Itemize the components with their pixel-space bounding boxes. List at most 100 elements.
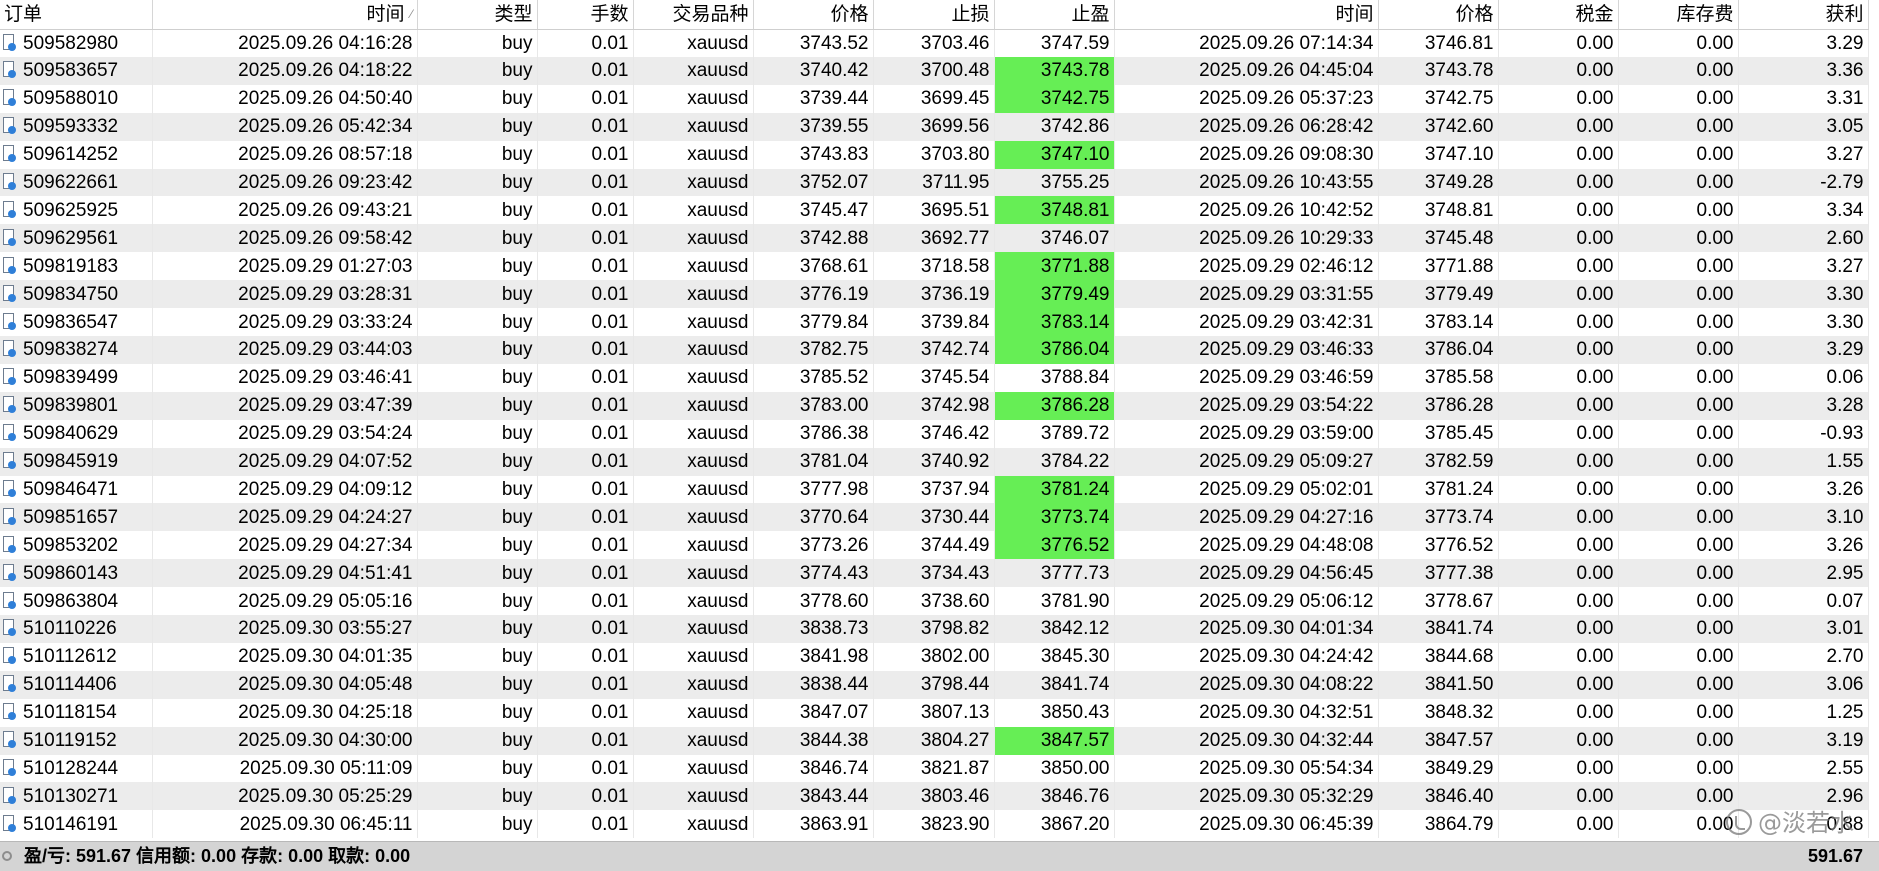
document-icon bbox=[2, 703, 16, 721]
table-row[interactable]: 509593332 2025.09.26 05:42:34 buy 0.01 xauus… bbox=[0, 112, 1869, 141]
col-header-open-price[interactable]: 价格 bbox=[753, 0, 874, 30]
col-header-sl[interactable]: 止损 bbox=[873, 0, 995, 30]
cell-close-time: 2025.09.30 04:32:51 bbox=[1114, 698, 1379, 727]
cell-close-price: 3747.10 bbox=[1378, 140, 1499, 169]
cell-open-price: 3786.38 bbox=[753, 419, 874, 448]
cell-order: 509819183 bbox=[0, 252, 153, 281]
table-row[interactable]: 509846471 2025.09.29 04:09:12 buy 0.01 xauus… bbox=[0, 475, 1869, 504]
document-icon bbox=[2, 340, 16, 358]
table-row[interactable]: 509836547 2025.09.29 03:33:24 buy 0.01 xauus… bbox=[0, 308, 1869, 336]
cell-swap: 0.00 bbox=[1618, 782, 1739, 811]
cell-symbol: xauusd bbox=[633, 447, 754, 476]
cell-close-price: 3742.60 bbox=[1378, 112, 1499, 141]
table-row[interactable]: 510118154 2025.09.30 04:25:18 buy 0.01 xauus… bbox=[0, 698, 1869, 727]
status-summary: 盈/亏: 591.67 信用额: 0.00 存款: 0.00 取款: 0.00 bbox=[24, 846, 411, 866]
table-row[interactable]: 510119152 2025.09.30 04:30:00 buy 0.01 xauus… bbox=[0, 726, 1869, 755]
cell-volume: 0.01 bbox=[537, 615, 634, 643]
table-row[interactable]: 509582980 2025.09.26 04:16:28 buy 0.01 xauus… bbox=[0, 29, 1869, 57]
col-header-tp[interactable]: 止盈 bbox=[994, 0, 1115, 30]
order-id: 509839499 bbox=[23, 367, 119, 389]
cell-order: 509839499 bbox=[0, 363, 153, 392]
cell-open-time: 2025.09.26 04:16:28 bbox=[152, 29, 418, 57]
table-row[interactable]: 509588010 2025.09.26 04:50:40 buy 0.01 xauus… bbox=[0, 84, 1869, 113]
cell-close-time: 2025.09.29 04:48:08 bbox=[1114, 531, 1379, 560]
col-header-type[interactable]: 类型 bbox=[417, 0, 538, 30]
table-row[interactable]: 509583657 2025.09.26 04:18:22 buy 0.01 xauus… bbox=[0, 56, 1869, 85]
col-header-close-time[interactable]: 时间 bbox=[1114, 0, 1379, 30]
order-id: 509839801 bbox=[23, 395, 119, 417]
col-header-symbol[interactable]: 交易品种 bbox=[633, 0, 754, 30]
cell-tp: 3747.10 bbox=[994, 140, 1115, 169]
table-row[interactable]: 509851657 2025.09.29 04:24:27 buy 0.01 xauus… bbox=[0, 503, 1869, 532]
cell-order: 510114406 bbox=[0, 670, 153, 699]
table-row[interactable]: 509614252 2025.09.26 08:57:18 buy 0.01 xauus… bbox=[0, 140, 1869, 169]
cell-sl: 3699.56 bbox=[873, 112, 995, 141]
cell-profit: -0.93 bbox=[1738, 419, 1869, 448]
table-row[interactable]: 509860143 2025.09.29 04:51:41 buy 0.01 xauus… bbox=[0, 559, 1869, 588]
cell-volume: 0.01 bbox=[537, 419, 634, 448]
table-row[interactable]: 509834750 2025.09.29 03:28:31 buy 0.01 xauus… bbox=[0, 280, 1869, 309]
table-row[interactable]: 509622661 2025.09.26 09:23:42 buy 0.01 xauus… bbox=[0, 168, 1869, 197]
table-row[interactable]: 509840629 2025.09.29 03:54:24 buy 0.01 xauus… bbox=[0, 419, 1869, 448]
cell-profit: 3.34 bbox=[1738, 196, 1869, 225]
table-row[interactable]: 510112612 2025.09.30 04:01:35 buy 0.01 xauus… bbox=[0, 642, 1869, 671]
cell-close-time: 2025.09.29 03:54:22 bbox=[1114, 391, 1379, 420]
col-header-close-price[interactable]: 价格 bbox=[1378, 0, 1499, 30]
table-row[interactable]: 510114406 2025.09.30 04:05:48 buy 0.01 xauus… bbox=[0, 670, 1869, 699]
cell-open-time: 2025.09.30 04:05:48 bbox=[152, 670, 418, 699]
cell-tax: 0.00 bbox=[1498, 419, 1619, 448]
cell-volume: 0.01 bbox=[537, 503, 634, 532]
cell-profit: -2.79 bbox=[1738, 168, 1869, 197]
table-row[interactable]: 509839499 2025.09.29 03:46:41 buy 0.01 xauus… bbox=[0, 363, 1869, 392]
order-id: 509819183 bbox=[23, 255, 119, 277]
cell-type: buy bbox=[417, 29, 538, 57]
table-row[interactable]: 510130271 2025.09.30 05:25:29 buy 0.01 xauus… bbox=[0, 782, 1869, 811]
cell-type: buy bbox=[417, 503, 538, 532]
col-header-open-time[interactable]: 时间 ⁄ bbox=[152, 0, 418, 30]
table-row[interactable]: 509819183 2025.09.29 01:27:03 buy 0.01 xauus… bbox=[0, 252, 1869, 281]
cell-order: 509840629 bbox=[0, 419, 153, 448]
cell-symbol: xauusd bbox=[633, 642, 754, 671]
table-row[interactable]: 509838274 2025.09.29 03:44:03 buy 0.01 xauus… bbox=[0, 335, 1869, 364]
table-row[interactable]: 510146191 2025.09.30 06:45:11 buy 0.01 xauus… bbox=[0, 810, 1869, 839]
cell-symbol: xauusd bbox=[633, 559, 754, 588]
cell-tp: 3847.57 bbox=[994, 726, 1115, 755]
cell-volume: 0.01 bbox=[537, 810, 634, 839]
cell-type: buy bbox=[417, 698, 538, 727]
cell-open-price: 3838.73 bbox=[753, 615, 874, 643]
table-row[interactable]: 509839801 2025.09.29 03:47:39 buy 0.01 xauus… bbox=[0, 391, 1869, 420]
col-header-order[interactable]: 订单 bbox=[0, 0, 153, 30]
cell-swap: 0.00 bbox=[1618, 363, 1739, 392]
cell-close-time: 2025.09.29 05:06:12 bbox=[1114, 587, 1379, 616]
col-header-tax[interactable]: 税金 bbox=[1498, 0, 1619, 30]
cell-sl: 3742.98 bbox=[873, 391, 995, 420]
cell-tp: 3850.00 bbox=[994, 754, 1115, 783]
cell-profit: 3.27 bbox=[1738, 252, 1869, 281]
cell-sl: 3734.43 bbox=[873, 559, 995, 588]
cell-order: 509851657 bbox=[0, 503, 153, 532]
col-header-volume[interactable]: 手数 bbox=[537, 0, 634, 30]
table-row[interactable]: 509625925 2025.09.26 09:43:21 buy 0.01 xauus… bbox=[0, 196, 1869, 225]
table-row[interactable]: 509845919 2025.09.29 04:07:52 buy 0.01 xauus… bbox=[0, 447, 1869, 476]
table-row[interactable]: 510128244 2025.09.30 05:11:09 buy 0.01 xauus… bbox=[0, 754, 1869, 783]
cell-tax: 0.00 bbox=[1498, 280, 1619, 309]
cell-close-time: 2025.09.29 03:42:31 bbox=[1114, 308, 1379, 336]
cell-close-time: 2025.09.26 10:29:33 bbox=[1114, 224, 1379, 253]
cell-order: 510118154 bbox=[0, 698, 153, 727]
col-header-profit[interactable]: 获利 bbox=[1738, 0, 1869, 30]
cell-volume: 0.01 bbox=[537, 642, 634, 671]
cell-tax: 0.00 bbox=[1498, 531, 1619, 560]
table-row[interactable]: 510110226 2025.09.30 03:55:27 buy 0.01 xauus… bbox=[0, 615, 1869, 643]
table-row[interactable]: 509863804 2025.09.29 05:05:16 buy 0.01 xauus… bbox=[0, 587, 1869, 616]
order-id: 510110226 bbox=[23, 618, 117, 640]
order-id: 509834750 bbox=[23, 283, 119, 305]
cell-type: buy bbox=[417, 140, 538, 169]
document-icon bbox=[2, 452, 16, 470]
cell-symbol: xauusd bbox=[633, 29, 754, 57]
cell-tp: 3846.76 bbox=[994, 782, 1115, 811]
table-row[interactable]: 509853202 2025.09.29 04:27:34 buy 0.01 xauus… bbox=[0, 531, 1869, 560]
table-row[interactable]: 509629561 2025.09.26 09:58:42 buy 0.01 xauus… bbox=[0, 224, 1869, 253]
cell-volume: 0.01 bbox=[537, 224, 634, 253]
col-header-swap[interactable]: 库存费 bbox=[1618, 0, 1739, 30]
cell-close-time: 2025.09.30 04:01:34 bbox=[1114, 615, 1379, 643]
